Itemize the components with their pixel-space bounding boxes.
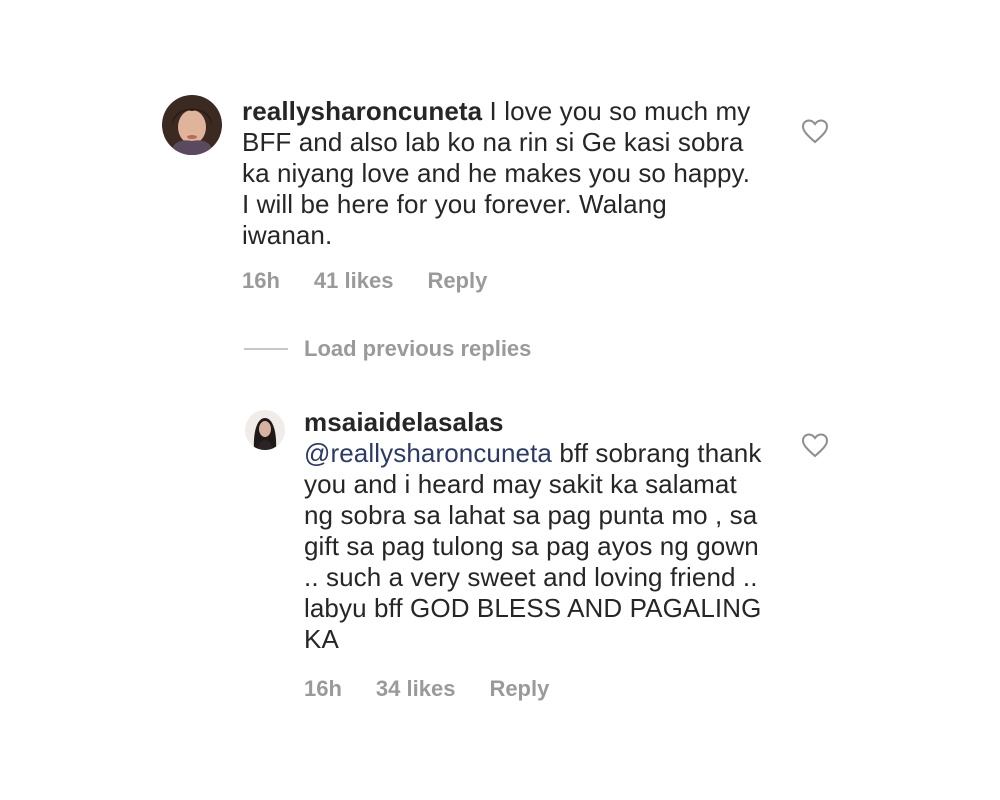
avatar[interactable] [245, 410, 285, 450]
reply-body: msaiaidelasalas @reallysharoncuneta bff … [304, 407, 764, 655]
reply-button[interactable]: Reply [489, 676, 549, 702]
avatar-icon [245, 410, 285, 450]
reply-likes[interactable]: 34 likes [376, 676, 456, 702]
reply-time: 16h [304, 676, 342, 701]
reply-text: bff sobrang thank you and i heard may sa… [304, 438, 762, 654]
mention-link[interactable]: @reallysharoncuneta [304, 438, 552, 468]
reply-item: msaiaidelasalas @reallysharoncuneta bff … [0, 0, 1000, 800]
reply-username[interactable]: msaiaidelasalas [304, 407, 504, 437]
reply-meta: 16h 34 likes Reply [304, 676, 583, 702]
heart-outline-icon[interactable] [801, 432, 829, 458]
